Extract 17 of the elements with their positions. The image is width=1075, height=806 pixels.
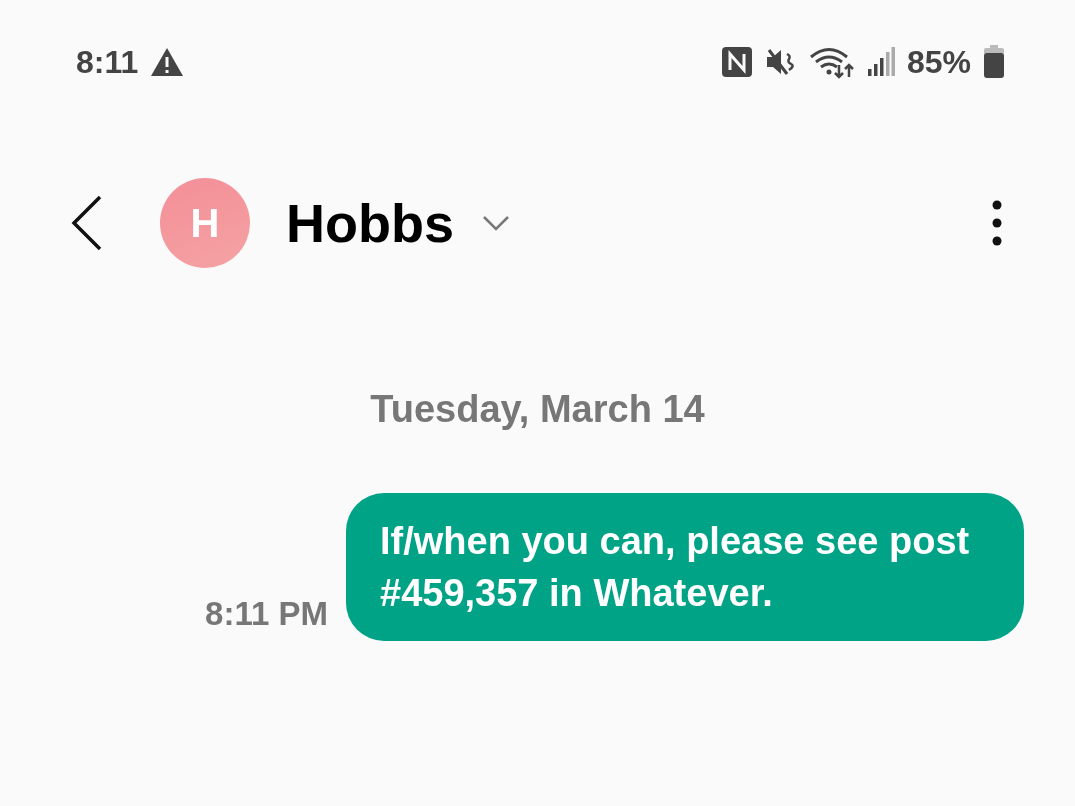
contact-name[interactable]: Hobbs [286, 192, 510, 254]
message-time: 8:11 PM [205, 595, 328, 634]
battery-icon [983, 45, 1005, 79]
more-options-icon [991, 199, 1003, 247]
more-options-button[interactable] [991, 199, 1003, 247]
signal-icon [866, 47, 895, 77]
back-icon [70, 195, 104, 251]
nfc-icon [720, 46, 753, 78]
clock-time: 8:11 [76, 46, 139, 78]
date-divider: Tuesday, March 14 [369, 388, 706, 431]
back-button[interactable] [70, 195, 104, 251]
battery-percentage: 85% [906, 46, 971, 78]
contact-avatar[interactable]: H [160, 178, 250, 268]
warning-icon [150, 47, 185, 77]
wifi-icon [808, 45, 855, 79]
chevron-down-icon [482, 215, 510, 231]
message-bubble[interactable]: If/when you can, please see post #459,357 in Whatever. [346, 493, 1024, 641]
